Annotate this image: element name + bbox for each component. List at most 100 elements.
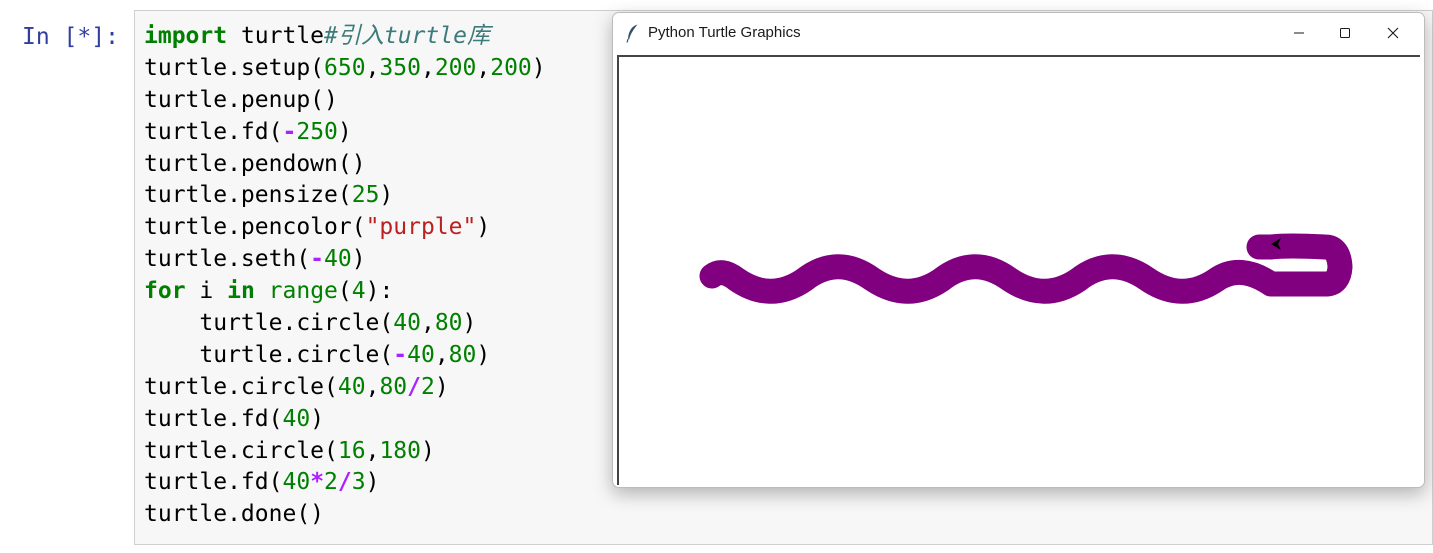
code-token: turtle.pencolor( [144, 214, 366, 241]
code-token: turtle.fd( [144, 118, 283, 145]
code-token: , [365, 373, 380, 400]
code-token: for [144, 278, 186, 305]
turtle-drawing [699, 233, 1353, 304]
code-token: turtle.pendown() [144, 150, 366, 177]
code-token: turtle.fd( [144, 405, 283, 432]
code-token: - [282, 118, 297, 145]
code-line: turtle.done() [144, 499, 546, 531]
code-line: turtle.penup() [144, 85, 546, 117]
code-token: turtle.fd( [144, 469, 283, 496]
code-token: / [337, 469, 352, 496]
code-token: turtle.circle( [144, 310, 394, 337]
code-token: 40 [282, 405, 311, 432]
code-line: for i in range(4): [144, 276, 546, 308]
code-token: range [268, 278, 338, 305]
code-token: turtle [227, 23, 325, 49]
minimize-icon [1294, 32, 1304, 34]
code-token: ) [379, 182, 394, 209]
code-token: 40 [337, 373, 366, 400]
code-token: , [365, 437, 380, 464]
code-line: turtle.fd(-250) [144, 117, 546, 149]
code-token: turtle.seth( [144, 246, 311, 273]
code-token: 200 [490, 54, 532, 81]
code-token: turtle.setup( [144, 54, 325, 81]
code-token: 2 [324, 469, 338, 496]
turtle-canvas[interactable] [617, 55, 1420, 485]
code-line: turtle.pencolor("purple") [144, 212, 546, 244]
code-line: turtle.seth(-40) [144, 244, 546, 276]
window-title: Python Turtle Graphics [648, 24, 801, 41]
code-token: - [393, 341, 408, 368]
title-bar[interactable]: Python Turtle Graphics [613, 13, 1424, 53]
code-token: ( [337, 278, 352, 305]
code-token: 650 [324, 54, 366, 81]
code-token: 80 [434, 310, 463, 337]
code-token: 180 [379, 437, 421, 464]
code-token: 2 [421, 373, 435, 400]
maximize-icon [1340, 28, 1350, 38]
code-token: 80 [448, 341, 477, 368]
code-token: turtle.circle( [144, 341, 394, 368]
code-token: , [420, 310, 435, 337]
code-token: , [365, 54, 380, 81]
code-line: turtle.circle(16,180) [144, 436, 546, 468]
code-line: turtle.circle(40,80/2) [144, 372, 546, 404]
code-token: 40 [282, 469, 311, 496]
close-icon [1387, 27, 1399, 39]
code-token: 250 [296, 118, 338, 145]
code-token: 25 [351, 182, 380, 209]
close-button[interactable] [1370, 13, 1416, 53]
code-token: 80 [379, 373, 408, 400]
code-token: ) [310, 405, 325, 432]
code-token: ) [420, 437, 435, 464]
code-token: 16 [337, 437, 366, 464]
code-token: 40 [324, 246, 352, 273]
code-token: - [310, 246, 325, 273]
code-token: * [310, 469, 325, 496]
code-token: ) [351, 246, 366, 273]
cell-prompt: In [*]: [22, 24, 119, 50]
code-token: ) [337, 118, 352, 145]
code-token: ) [434, 373, 449, 400]
code-token: #引入turtle库 [324, 23, 490, 49]
code-token: i [185, 278, 228, 305]
code-token: , [434, 341, 449, 368]
code-token: ) [476, 341, 491, 368]
feather-icon [626, 24, 638, 43]
code-token: , [476, 54, 491, 81]
code-token: ) [531, 54, 546, 81]
code-token: ) [476, 214, 491, 241]
code-line: turtle.fd(40) [144, 404, 546, 436]
code-token: 200 [434, 54, 477, 81]
code-token: turtle.circle( [144, 373, 338, 400]
code-token: import [144, 23, 228, 49]
code-line: turtle.circle(-40,80) [144, 340, 546, 372]
code-line: turtle.pendown() [144, 149, 546, 181]
pen-path [699, 233, 1353, 304]
code-line: turtle.pensize(25) [144, 180, 546, 212]
code-token: turtle.pensize( [144, 182, 352, 209]
code-token: ): [365, 278, 394, 305]
code-line: turtle.circle(40,80) [144, 308, 546, 340]
turtle-window[interactable]: Python Turtle Graphics [612, 12, 1425, 488]
code-token: 40 [407, 341, 435, 368]
code-line: import turtle#引入turtle库 [144, 21, 546, 53]
code-token: turtle.done() [144, 501, 325, 528]
maximize-button[interactable] [1322, 13, 1368, 53]
code-line: turtle.setup(650,350,200,200) [144, 53, 546, 85]
code-token: , [420, 54, 435, 81]
code-token: 4 [351, 278, 366, 305]
code-token: 40 [393, 310, 421, 337]
code-token: / [407, 373, 421, 400]
code-token: 3 [351, 469, 366, 496]
code-token: turtle.circle( [144, 437, 338, 464]
code-editor[interactable]: import turtle#引入turtle库 turtle.setup(650,… [144, 21, 546, 531]
code-token: 350 [379, 54, 421, 81]
minimize-button[interactable] [1276, 13, 1322, 53]
code-token: "purple" [365, 214, 477, 241]
code-token: turtle.penup() [144, 86, 338, 113]
code-token: in [227, 278, 255, 305]
code-token: ) [365, 469, 380, 496]
code-line: turtle.fd(40*2/3) [144, 467, 546, 499]
